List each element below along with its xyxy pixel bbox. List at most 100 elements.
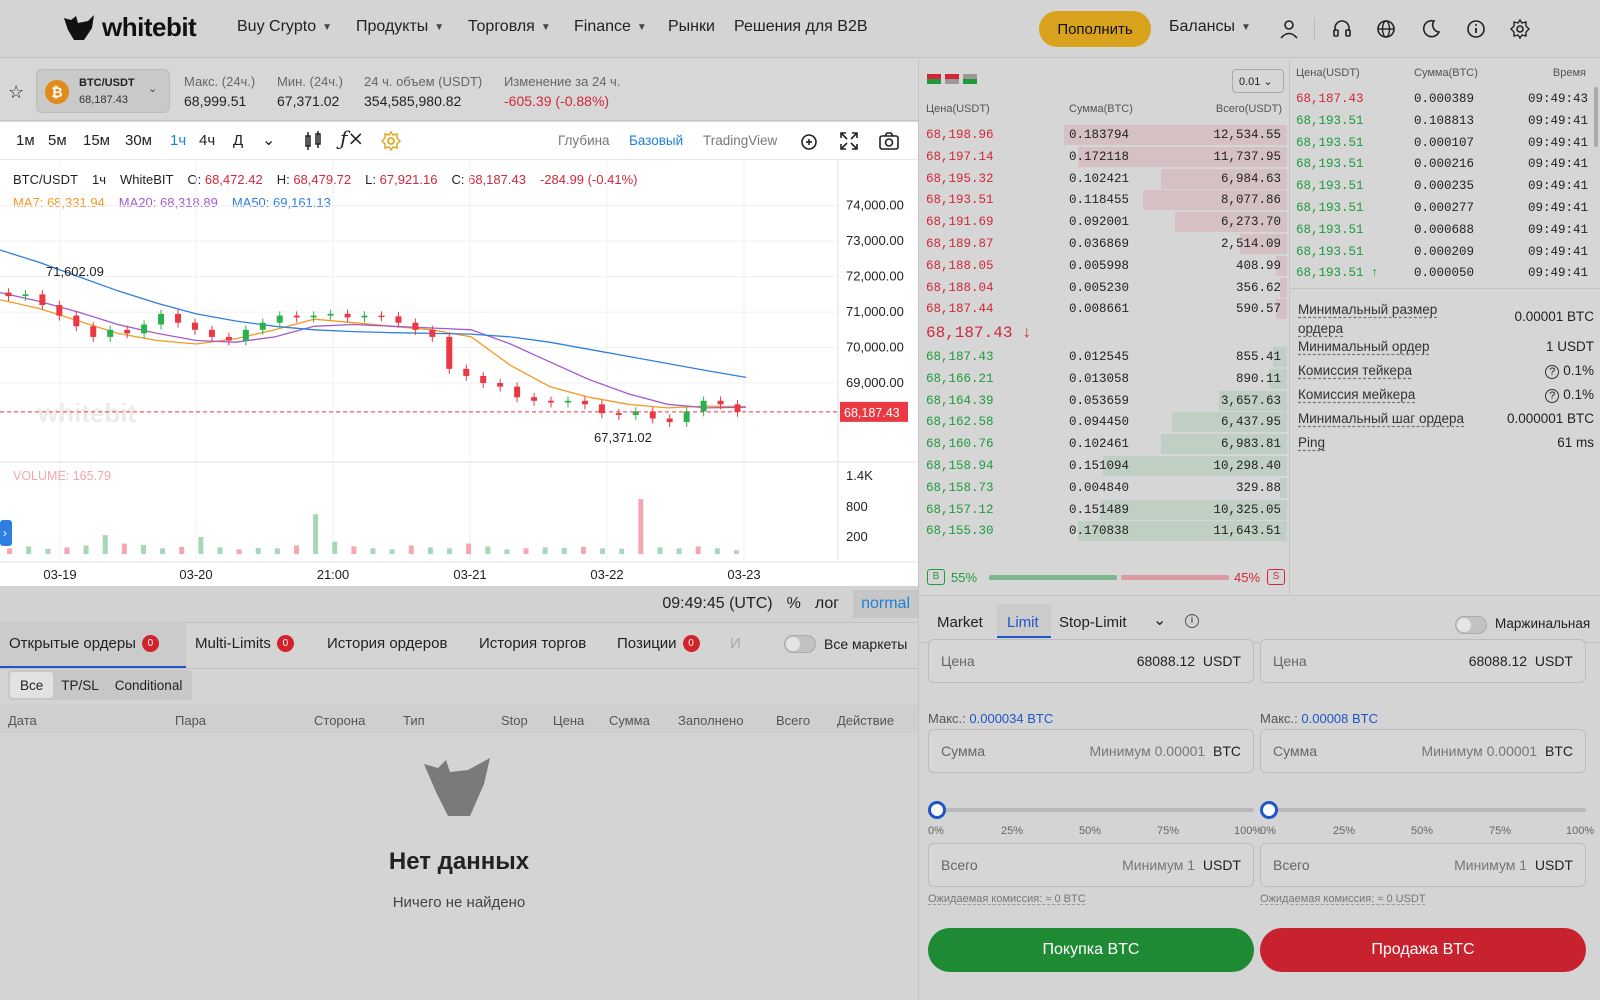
ask-row[interactable]: 68,195.32 0.102421 6,984.63 xyxy=(919,168,1287,190)
info-icon[interactable]: i xyxy=(1185,614,1199,628)
pct-label[interactable]: 50% xyxy=(1079,825,1101,837)
pct-label[interactable]: 0% xyxy=(1260,825,1276,837)
pct-label[interactable]: 0% xyxy=(928,825,944,837)
ask-row[interactable]: 68,191.69 0.092001 6,273.70 xyxy=(919,211,1287,233)
tab-multi-limits[interactable]: Multi-Limits 0 xyxy=(195,635,294,652)
ask-row[interactable]: 68,193.51 0.118455 8,077.86 xyxy=(919,189,1287,211)
pct-label[interactable]: 25% xyxy=(1333,825,1355,837)
bid-row[interactable]: 68,157.12 0.151489 10,325.05 xyxy=(919,499,1287,521)
ask-row[interactable]: 68,198.96 0.183794 12,534.55 xyxy=(919,124,1287,146)
ask-row[interactable]: 68,197.14 0.172118 11,737.95 xyxy=(919,146,1287,168)
info-icon[interactable] xyxy=(1465,18,1487,40)
bid-row[interactable]: 68,187.43 0.012545 855.41 xyxy=(919,346,1287,368)
bid-row[interactable]: 68,158.73 0.004840 329.88 xyxy=(919,477,1287,499)
alarm-add-icon[interactable] xyxy=(798,130,820,152)
nav-b2b[interactable]: Решения для B2B xyxy=(734,18,868,36)
help-icon[interactable]: ? xyxy=(1545,365,1560,379)
buy-total-field[interactable]: Всего Минимум 1 USDT xyxy=(928,843,1254,887)
deposit-button[interactable]: Пополнить xyxy=(1039,11,1151,47)
precision-select[interactable]: 0.01 ⌄ xyxy=(1232,69,1284,93)
price-chart[interactable]: whitebit 74,000.00 73,000.00 72,000.00 71,00… xyxy=(0,160,918,586)
indicators-icon[interactable]: ƒ× xyxy=(340,126,364,150)
book-view-toggles[interactable] xyxy=(927,74,977,84)
sell-slider-knob[interactable] xyxy=(1260,801,1278,819)
sell-button[interactable]: Продажа BTC xyxy=(1260,928,1586,972)
tf-30m[interactable]: 30м xyxy=(125,132,152,149)
view-tradingview[interactable]: TradingView xyxy=(703,133,777,148)
bid-row[interactable]: 68,164.39 0.053659 3,657.63 xyxy=(919,390,1287,412)
star-icon[interactable]: ☆ xyxy=(8,82,24,103)
bid-row[interactable]: 68,162.58 0.094450 6,437.95 xyxy=(919,411,1287,433)
chevron-down-icon[interactable]: ⌄ xyxy=(262,130,275,150)
help-icon[interactable]: ? xyxy=(1545,389,1560,403)
tf-1d[interactable]: Д xyxy=(233,132,243,149)
logo[interactable]: whitebit xyxy=(62,12,197,43)
book-bids-icon[interactable] xyxy=(963,74,977,84)
buy-percent-slider[interactable] xyxy=(928,808,1254,812)
candles-icon[interactable] xyxy=(302,130,324,152)
max-value[interactable]: 0.000034 BTC xyxy=(969,711,1053,726)
sell-total-field[interactable]: Всего Минимум 1 USDT xyxy=(1260,843,1586,887)
settings-gear-icon[interactable] xyxy=(380,130,402,152)
nav-buy-crypto[interactable]: Buy Crypto ▼ xyxy=(237,18,332,36)
globe-icon[interactable] xyxy=(1375,18,1397,40)
nav-finance[interactable]: Finance ▼ xyxy=(574,18,647,36)
pct-label[interactable]: 75% xyxy=(1157,825,1179,837)
buy-price-field[interactable]: Цена 68088.12 USDT xyxy=(928,639,1254,683)
pct-label[interactable]: 50% xyxy=(1411,825,1433,837)
view-depth[interactable]: Глубина xyxy=(558,133,610,148)
gear-icon[interactable] xyxy=(1509,18,1531,40)
tab-order-history[interactable]: История ордеров xyxy=(327,635,447,652)
ask-row[interactable]: 68,187.44 0.008661 590.57 xyxy=(919,298,1287,320)
all-markets-toggle[interactable] xyxy=(784,635,816,653)
filter-tpsl[interactable]: TP/SL xyxy=(53,672,107,698)
log-toggle[interactable]: лог xyxy=(815,595,839,613)
tab-overflow[interactable]: И xyxy=(730,635,741,652)
buy-slider-knob[interactable] xyxy=(928,801,946,819)
filter-conditional[interactable]: Conditional xyxy=(107,672,191,698)
user-icon[interactable] xyxy=(1278,18,1300,40)
form-tab-limit[interactable]: Limit xyxy=(1007,614,1039,631)
buy-amount-field[interactable]: Сумма Минимум 0.00001 BTC xyxy=(928,729,1254,773)
buy-button[interactable]: Покупка BTC xyxy=(928,928,1254,972)
ask-row[interactable]: 68,188.05 0.005998 408.99 xyxy=(919,255,1287,277)
pct-label[interactable]: 25% xyxy=(1001,825,1023,837)
nav-trade[interactable]: Торговля ▼ xyxy=(468,18,551,36)
sell-price-field[interactable]: Цена 68088.12 USDT xyxy=(1260,639,1586,683)
tf-1h[interactable]: 1ч xyxy=(170,132,186,149)
bid-row[interactable]: 68,166.21 0.013058 890.11 xyxy=(919,368,1287,390)
margin-toggle[interactable] xyxy=(1455,616,1487,634)
form-tab-stop-limit[interactable]: Stop-Limit xyxy=(1059,614,1127,631)
tab-trade-history[interactable]: История торгов xyxy=(479,635,586,652)
pct-label[interactable]: 100% xyxy=(1234,825,1262,837)
bid-row[interactable]: 68,158.94 0.151094 10,298.40 xyxy=(919,455,1287,477)
tf-5m[interactable]: 5м xyxy=(48,132,67,149)
ask-row[interactable]: 68,189.87 0.036869 2,514.09 xyxy=(919,233,1287,255)
view-basic[interactable]: Базовый xyxy=(629,133,683,148)
fullscreen-icon[interactable] xyxy=(838,130,860,152)
ask-row[interactable]: 68,188.04 0.005230 356.62 xyxy=(919,277,1287,299)
camera-icon[interactable] xyxy=(878,130,900,152)
max-value[interactable]: 0.00008 BTC xyxy=(1301,711,1378,726)
tf-1m[interactable]: 1м xyxy=(16,132,35,149)
tab-open-orders[interactable]: Открытые ордеры 0 xyxy=(9,635,159,652)
balances-menu[interactable]: Балансы ▼ xyxy=(1169,18,1251,36)
scrollbar[interactable] xyxy=(1594,87,1598,147)
pct-label[interactable]: 75% xyxy=(1489,825,1511,837)
bid-row[interactable]: 68,160.76 0.102461 6,983.81 xyxy=(919,433,1287,455)
chevron-down-icon[interactable]: ⌄ xyxy=(1153,610,1166,630)
filter-all[interactable]: Все xyxy=(10,672,54,698)
moon-icon[interactable] xyxy=(1420,18,1442,40)
book-asks-icon[interactable] xyxy=(945,74,959,84)
headset-icon[interactable] xyxy=(1331,18,1353,40)
book-both-icon[interactable] xyxy=(927,74,941,84)
pair-selector[interactable]: ₿ BTC/USDT 68,187.43 ⌄ xyxy=(36,69,170,113)
bid-row[interactable]: 68,155.30 0.170838 11,643.51 xyxy=(919,520,1287,542)
percent-toggle[interactable]: % xyxy=(787,595,801,613)
tf-4h[interactable]: 4ч xyxy=(199,132,215,149)
nav-markets[interactable]: Рынки xyxy=(668,18,715,36)
sell-percent-slider[interactable] xyxy=(1260,808,1586,812)
nav-products[interactable]: Продукты ▼ xyxy=(356,18,444,36)
form-tab-market[interactable]: Market xyxy=(937,614,983,631)
tab-positions[interactable]: Позиции 0 xyxy=(617,635,700,652)
